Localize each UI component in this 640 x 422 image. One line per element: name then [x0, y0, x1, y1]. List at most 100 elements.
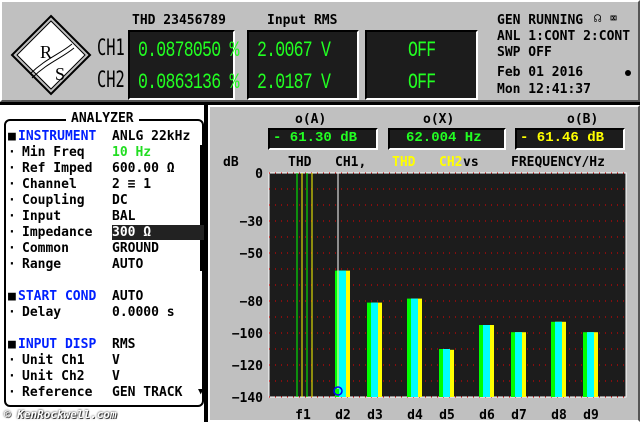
- row-value[interactable]: 2 ≡ 1: [112, 177, 151, 192]
- x-tick-label-d9: d9: [583, 408, 599, 422]
- date: Feb 01 2016: [497, 65, 584, 80]
- row-key: START COND: [18, 289, 97, 304]
- row-value[interactable]: DC: [112, 193, 128, 208]
- svg-text:R: R: [40, 42, 52, 62]
- item-bullet-icon: ·: [8, 209, 16, 224]
- row-value[interactable]: GROUND: [112, 241, 159, 256]
- row-value[interactable]: GEN TRACK: [112, 385, 182, 400]
- y-tick-label: 0: [255, 167, 263, 182]
- analyzer-title: ANALYZER: [66, 111, 139, 126]
- anl-status: ANL 1:CONT 2:CONT: [497, 29, 631, 44]
- row-value[interactable]: BAL: [112, 209, 135, 224]
- row-value[interactable]: 0.0000 s: [112, 305, 175, 320]
- y-tick-label: −140: [232, 391, 263, 406]
- x-tick-label-d3: d3: [367, 408, 383, 422]
- row-value[interactable]: ANLG 22kHz: [112, 129, 190, 144]
- row-key: INPUT DISP: [18, 337, 97, 352]
- row-key: Impedance: [22, 225, 93, 240]
- y-tick-label: −50: [240, 247, 264, 262]
- row-value[interactable]: 10 Hz: [112, 145, 151, 160]
- row-key: Delay: [22, 305, 62, 320]
- row-value[interactable]: 300 Ω: [112, 225, 208, 240]
- item-bullet-icon: ·: [8, 177, 16, 192]
- row-value[interactable]: AUTO: [112, 289, 143, 304]
- lamp-icon: [625, 70, 631, 76]
- item-bullet-icon: ·: [8, 385, 16, 400]
- ch1-label: CH1: [97, 36, 125, 61]
- bar-overlap-d3: [371, 302, 378, 397]
- row-key: INSTRUMENT: [18, 129, 97, 144]
- x-tick-label-f1: f1: [295, 408, 311, 422]
- thd-bar-chart: 0 −30 −50 −80 −100 −120 −140 f1 d2 d3 d4 d5 d6 d7 d8 d9: [232, 167, 627, 422]
- swp-status: SWP OFF: [497, 45, 552, 60]
- ch2-label: CH2: [97, 68, 125, 93]
- bar-overlap-d7: [515, 332, 522, 397]
- row-value[interactable]: RMS: [112, 337, 135, 352]
- item-bullet-icon: ·: [8, 225, 16, 240]
- row-key: Channel: [22, 177, 77, 192]
- row-value[interactable]: AUTO: [112, 257, 143, 272]
- item-bullet-icon: ·: [8, 305, 16, 320]
- x-tick-label-d7: d7: [511, 408, 527, 422]
- bar-overlap-d9: [587, 332, 594, 397]
- row-key: Ref Imped: [22, 161, 93, 176]
- bar-overlap-d6: [483, 325, 490, 397]
- row-key: Unit Ch1: [22, 353, 85, 368]
- section-bullet-icon: ■: [8, 289, 16, 304]
- item-bullet-icon: ·: [8, 145, 16, 160]
- item-bullet-icon: ·: [8, 369, 16, 384]
- item-bullet-icon: ·: [8, 257, 16, 272]
- rms-display: 2.0067 V 2.0187 V: [247, 30, 359, 100]
- item-bullet-icon: ·: [8, 193, 16, 208]
- item-bullet-icon: ·: [8, 353, 16, 368]
- watermark: © KenRockwell.com: [4, 408, 117, 421]
- x-tick-label-d6: d6: [479, 408, 495, 422]
- row-key: Unit Ch2: [22, 369, 85, 384]
- thd-display: 0.0878050 % 0.0863136 %: [128, 30, 239, 100]
- x-tick-label-d8: d8: [551, 408, 567, 422]
- thd-ch1-value: 0.0878050 %: [138, 38, 239, 63]
- x-tick-label-d5: d5: [439, 408, 455, 422]
- row-key: Range: [22, 257, 62, 272]
- bar-overlap-d4: [411, 298, 418, 397]
- third-ch1-value: OFF: [408, 38, 436, 63]
- rms-title: Input RMS: [267, 13, 338, 28]
- headphones-muted-icon: ☊: [594, 11, 602, 25]
- item-bullet-icon: ·: [8, 241, 16, 256]
- row-value[interactable]: V: [112, 353, 120, 368]
- bar-overlap-d2: [339, 270, 346, 397]
- time: Mon 12:41:37: [497, 82, 591, 97]
- analyzer-panel: ANALYZER ▼ ■ INSTRUMENT ANLG 22kHz · Min Fre…: [0, 105, 208, 422]
- third-ch2-value: OFF: [408, 70, 436, 95]
- thd-title: THD 23456789: [132, 13, 226, 28]
- row-key: Input: [22, 209, 62, 224]
- bar-overlap-d8: [555, 321, 562, 397]
- y-tick-label: −120: [232, 359, 263, 374]
- row-key: Coupling: [22, 193, 85, 208]
- row-key: Common: [22, 241, 69, 256]
- row-value[interactable]: 600.00 Ω: [112, 161, 175, 176]
- section-bullet-icon: ■: [8, 129, 16, 144]
- row-value[interactable]: V: [112, 369, 120, 384]
- status-panel: R S CH1 CH2 THD 23456789 Input RMS 0.087…: [0, 0, 640, 102]
- section-bullet-icon: ■: [8, 337, 16, 352]
- row-key: Reference: [22, 385, 93, 400]
- rms-ch2-value: 2.0187 V: [257, 70, 331, 95]
- x-tick-label-d4: d4: [407, 408, 423, 422]
- scrollbar[interactable]: [200, 145, 203, 271]
- bar-overlap-d5: [443, 349, 450, 397]
- speaker-muted-icon: ⌧: [610, 11, 618, 25]
- gen-status: GEN RUNNING: [497, 13, 584, 28]
- third-display: OFF OFF: [365, 30, 478, 100]
- y-tick-label: −80: [240, 295, 264, 310]
- graph-panel: o(A) - 61.30 dB o(X) 62.004 Hz o(B) - 61…: [208, 105, 640, 422]
- y-tick-label: −100: [232, 327, 263, 342]
- x-tick-label-d2: d2: [335, 408, 351, 422]
- y-tick-label: −30: [240, 215, 264, 230]
- scroll-down-icon[interactable]: ▼: [198, 387, 203, 397]
- svg-text:S: S: [55, 64, 65, 84]
- thd-ch2-value: 0.0863136 %: [138, 70, 239, 95]
- rs-logo: R S: [10, 14, 92, 96]
- row-key: Min Freq: [22, 145, 85, 160]
- item-bullet-icon: ·: [8, 161, 16, 176]
